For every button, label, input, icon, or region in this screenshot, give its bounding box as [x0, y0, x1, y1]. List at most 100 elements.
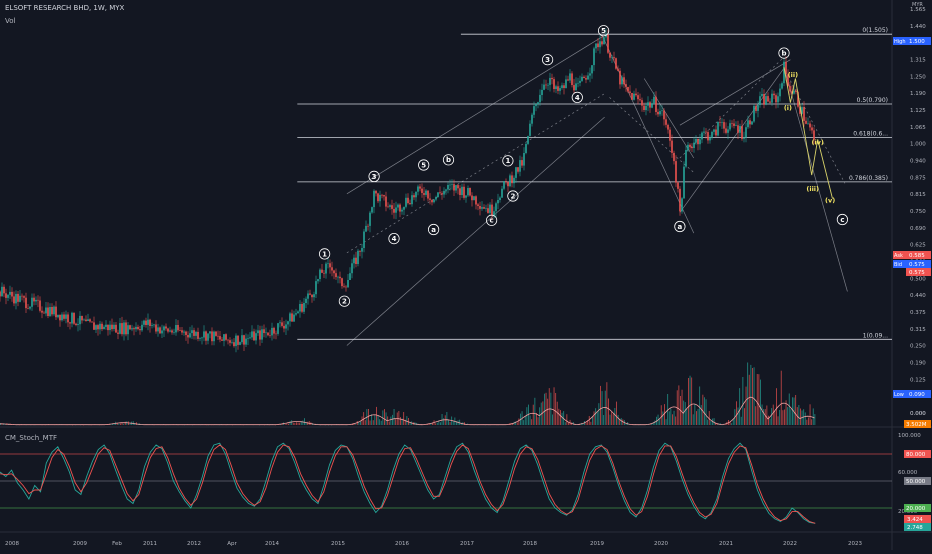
candle-body — [757, 105, 759, 111]
volume-bar — [608, 399, 609, 426]
wave-label-text: 4 — [575, 94, 580, 102]
volume-bar — [795, 395, 796, 425]
candle-body — [741, 126, 743, 139]
candle-body — [769, 102, 771, 103]
candle-body — [747, 120, 749, 127]
time-axis-label: 2021 — [719, 541, 733, 547]
candle-body — [423, 193, 425, 195]
candle-body — [655, 97, 657, 112]
candle-body — [73, 313, 75, 324]
time-axis-label: 2019 — [590, 541, 604, 547]
candle-body — [111, 325, 113, 329]
candle-body — [745, 127, 747, 137]
chart-canvas[interactable]: 0(1.505)0.5(0.790)0.618(0.6...0.786(0.38… — [0, 0, 932, 550]
candle-body — [693, 143, 695, 148]
candle-body — [359, 251, 361, 252]
candle-body — [803, 107, 805, 121]
time-axis-label: 2014 — [265, 541, 279, 547]
candle-body — [45, 308, 47, 314]
candle-body — [141, 325, 143, 331]
volume-bar — [400, 417, 401, 425]
volume-bar — [688, 378, 689, 425]
candle-body — [491, 205, 493, 216]
candle-body — [257, 330, 259, 333]
volume-bar — [787, 407, 788, 425]
candle-body — [285, 324, 287, 328]
price-axis-tick: 0.750 — [910, 209, 926, 215]
candle-body — [381, 195, 383, 196]
time-axis-label: 2018 — [523, 541, 537, 547]
candle-body — [121, 323, 123, 334]
candle-body — [347, 280, 349, 287]
volume-bar — [130, 424, 131, 425]
candle-body — [727, 129, 729, 132]
time-axis-label: 2016 — [395, 541, 409, 547]
volume-bar — [560, 410, 561, 425]
candle-body — [205, 331, 207, 340]
wave-label-text: 3 — [545, 56, 550, 64]
candle-body — [213, 332, 215, 342]
candle-body — [283, 326, 285, 329]
candle-body — [725, 129, 727, 133]
candle-body — [375, 191, 377, 194]
candle-body — [489, 205, 491, 213]
volume-bar — [666, 419, 667, 425]
candle-body — [627, 87, 629, 92]
candle-body — [583, 77, 585, 78]
candle-body — [309, 294, 311, 295]
volume-bar — [5, 424, 6, 425]
candle-body — [405, 198, 407, 207]
candle-body — [233, 342, 235, 346]
volume-bar — [286, 424, 287, 425]
candle-body — [723, 122, 725, 129]
candle-body — [241, 335, 243, 342]
volume-bar — [621, 418, 622, 425]
candle-body — [353, 258, 355, 264]
candle-body — [641, 100, 643, 105]
wave-label-text: a — [678, 223, 683, 231]
candle-body — [85, 320, 87, 321]
candle-body — [699, 139, 701, 144]
candle-body — [501, 189, 503, 198]
candle-body — [279, 322, 281, 323]
volume-bar — [298, 423, 299, 425]
candle-body — [65, 315, 67, 319]
fib-level-label: 0.5(0.790) — [857, 97, 888, 104]
candle-body — [0, 292, 1, 297]
candle-body — [203, 331, 205, 337]
price-tag: 0.575 — [906, 268, 931, 276]
volume-bar — [811, 419, 812, 425]
candle-body — [585, 78, 587, 80]
candle-body — [473, 196, 475, 200]
candle-body — [673, 153, 675, 161]
candle-body — [437, 192, 439, 197]
volume-bar — [789, 394, 790, 426]
candle-body — [265, 333, 267, 334]
candle-body — [59, 315, 61, 321]
candle-body — [255, 333, 257, 340]
candle-body — [567, 79, 569, 80]
candle-body — [415, 192, 417, 198]
candle-body — [681, 198, 683, 211]
volume-bar — [389, 422, 390, 426]
volume-bar — [290, 421, 291, 425]
candle-body — [767, 96, 769, 101]
candle-body — [67, 315, 69, 323]
candle-body — [229, 340, 231, 343]
currency-label: MYR — [912, 2, 923, 8]
volume-bar — [733, 419, 734, 425]
candle-body — [559, 88, 561, 91]
price-axis-tick: 0.500 — [910, 276, 926, 282]
price-tag-label: Bid — [894, 262, 902, 268]
candle-body — [17, 294, 19, 302]
candle-body — [75, 324, 77, 325]
volume-bar — [614, 408, 615, 425]
volume-bar — [814, 414, 815, 425]
volume-bar — [738, 408, 739, 426]
candle-body — [395, 208, 397, 213]
candle-body — [639, 99, 641, 100]
volume-bar — [125, 422, 126, 425]
candle-body — [109, 325, 111, 330]
candle-body — [565, 79, 567, 88]
price-axis-tick: 0.190 — [910, 361, 926, 367]
